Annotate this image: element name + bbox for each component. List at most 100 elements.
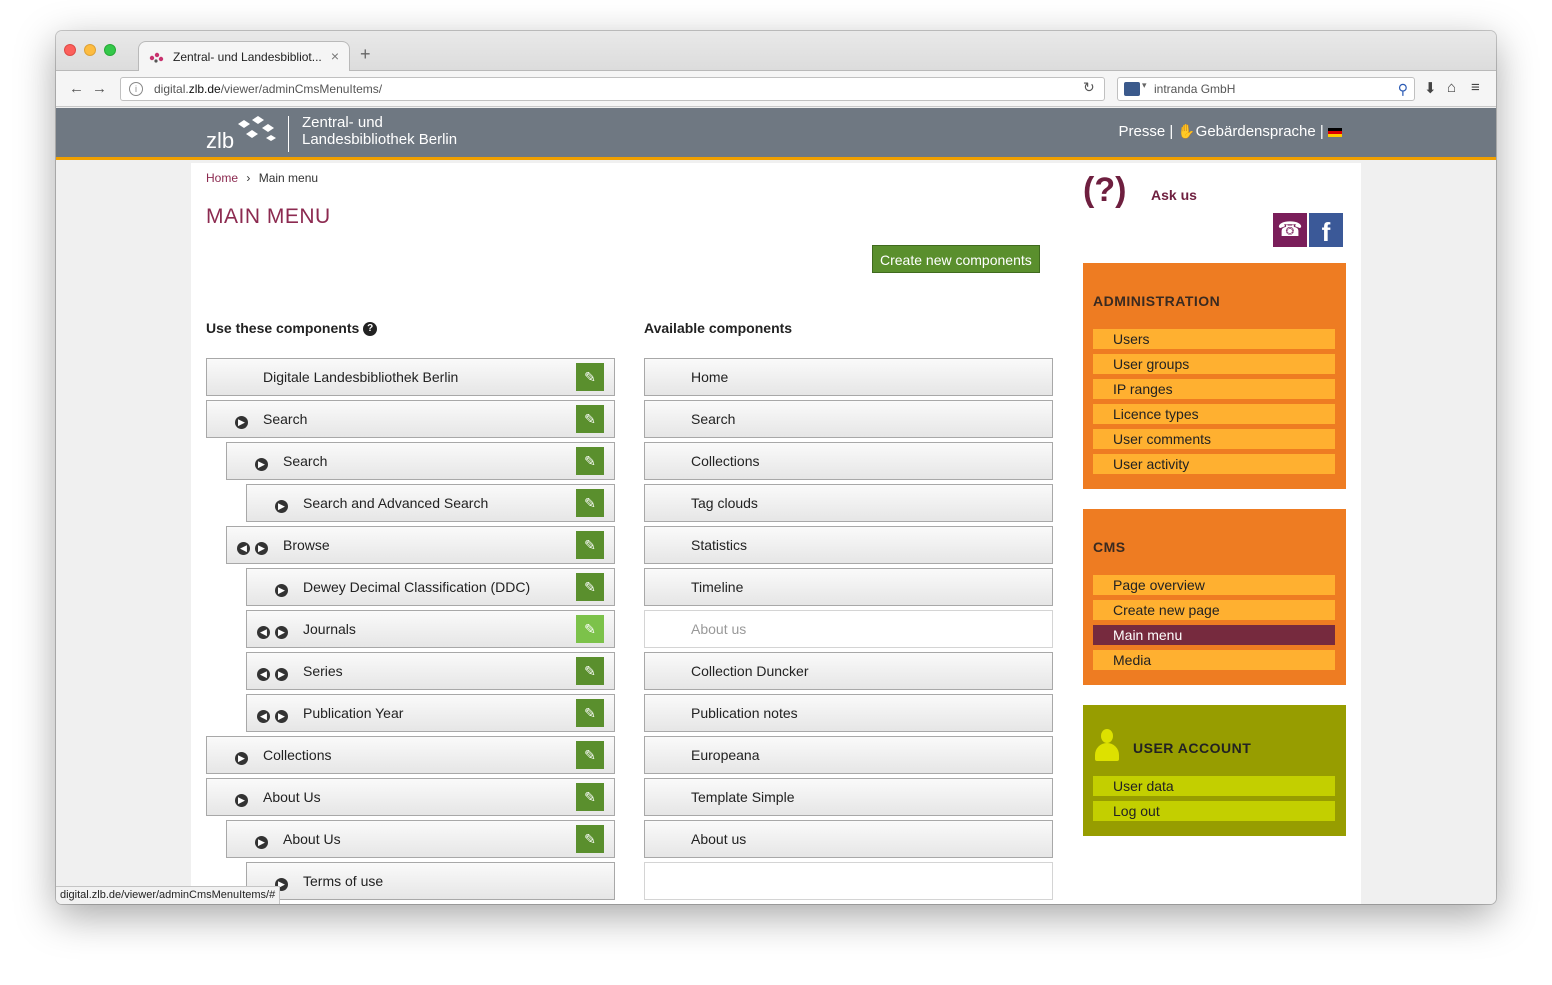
tab-close-icon[interactable]: × xyxy=(331,48,339,64)
zoom-window-button[interactable] xyxy=(104,44,116,56)
available-component-collections[interactable]: Collections xyxy=(644,442,1053,480)
search-engine-icon[interactable] xyxy=(1124,82,1140,96)
available-component-publication-notes[interactable]: Publication notes xyxy=(644,694,1053,732)
presse-link[interactable]: Presse xyxy=(1119,123,1166,140)
edit-pencil-icon[interactable]: ✎ xyxy=(576,531,604,559)
used-component-terms-of-use[interactable]: ▶ Terms of use xyxy=(246,862,615,900)
edit-pencil-icon[interactable]: ✎ xyxy=(576,783,604,811)
edit-pencil-icon[interactable]: ✎ xyxy=(576,405,604,433)
phone-icon[interactable]: ☎ xyxy=(1273,213,1307,247)
ask-us[interactable]: (?) Ask us xyxy=(1083,171,1343,211)
close-window-button[interactable] xyxy=(64,44,76,56)
move-right-icon[interactable]: ▶ xyxy=(275,500,288,513)
sidebar-link-user-groups[interactable]: User groups xyxy=(1093,354,1335,374)
move-left-icon[interactable]: ◀ xyxy=(237,542,250,555)
back-icon[interactable]: ← xyxy=(69,80,84,97)
forward-icon[interactable]: → xyxy=(92,80,107,97)
available-component-template-simple[interactable]: Template Simple xyxy=(644,778,1053,816)
chevron-down-icon[interactable]: ▾ xyxy=(1142,80,1147,91)
new-tab-button[interactable]: + xyxy=(360,45,371,63)
used-component-collections[interactable]: ▶ Collections ✎ xyxy=(206,736,615,774)
used-component-search-and-advanced-search[interactable]: ▶ Search and Advanced Search ✎ xyxy=(246,484,615,522)
move-right-icon[interactable]: ▶ xyxy=(275,710,288,723)
available-component-empty xyxy=(644,862,1053,900)
available-component-home[interactable]: Home xyxy=(644,358,1053,396)
available-component-about-us[interactable]: About us xyxy=(644,820,1053,858)
sidebar-link-log-out[interactable]: Log out xyxy=(1093,801,1335,821)
edit-pencil-icon[interactable]: ✎ xyxy=(576,741,604,769)
used-component-about-us[interactable]: ▶ About Us ✎ xyxy=(226,820,615,858)
site-info-icon[interactable]: i xyxy=(129,82,143,96)
move-right-icon[interactable]: ▶ xyxy=(275,668,288,681)
sidebar-link-main-menu[interactable]: Main menu xyxy=(1093,625,1335,645)
edit-pencil-icon[interactable]: ✎ xyxy=(576,825,604,853)
used-component-series[interactable]: ◀ ▶ Series ✎ xyxy=(246,652,615,690)
available-component-timeline[interactable]: Timeline xyxy=(644,568,1053,606)
create-new-components-button[interactable]: Create new components xyxy=(872,245,1040,273)
minimize-window-button[interactable] xyxy=(84,44,96,56)
available-component-europeana[interactable]: Europeana xyxy=(644,736,1053,774)
component-label: Publication Year xyxy=(303,705,404,721)
move-right-icon[interactable]: ▶ xyxy=(235,794,248,807)
used-component-digitale-landesbibliothek-berlin[interactable]: Digitale Landesbibliothek Berlin ✎ xyxy=(206,358,615,396)
edit-pencil-icon[interactable]: ✎ xyxy=(576,657,604,685)
sidebar-link-licence-types[interactable]: Licence types xyxy=(1093,404,1335,424)
used-component-about-us[interactable]: ▶ About Us ✎ xyxy=(206,778,615,816)
component-label: Search and Advanced Search xyxy=(303,495,489,511)
edit-pencil-icon[interactable]: ✎ xyxy=(576,573,604,601)
sidebar-link-page-overview[interactable]: Page overview xyxy=(1093,575,1335,595)
used-component-search[interactable]: ▶ Search ✎ xyxy=(226,442,615,480)
sidebar-link-user-comments[interactable]: User comments xyxy=(1093,429,1335,449)
move-right-icon[interactable]: ▶ xyxy=(255,542,268,555)
available-component-tag-clouds[interactable]: Tag clouds xyxy=(644,484,1053,522)
search-bar[interactable]: ▾ intranda GmbH ⚲ xyxy=(1117,77,1415,101)
facebook-icon[interactable]: f xyxy=(1309,213,1343,247)
available-component-collection-duncker[interactable]: Collection Duncker xyxy=(644,652,1053,690)
available-component-statistics[interactable]: Statistics xyxy=(644,526,1053,564)
sidebar-link-media[interactable]: Media xyxy=(1093,650,1335,670)
sidebar-link-users[interactable]: Users xyxy=(1093,329,1335,349)
used-component-dewey-decimal-classification-ddc[interactable]: ▶ Dewey Decimal Classification (DDC) ✎ xyxy=(246,568,615,606)
user-icon xyxy=(1095,729,1119,763)
sidebar-link-user-data[interactable]: User data xyxy=(1093,776,1335,796)
browser-tab[interactable]: Zentral- und Landesbibliot... × xyxy=(138,41,350,72)
url-bar[interactable]: i digital.zlb.de/viewer/adminCmsMenuItem… xyxy=(120,77,1105,101)
home-icon[interactable]: ⌂ xyxy=(1447,79,1456,96)
sidebar-link-ip-ranges[interactable]: IP ranges xyxy=(1093,379,1335,399)
move-right-icon[interactable]: ▶ xyxy=(275,626,288,639)
help-icon[interactable]: ? xyxy=(363,322,378,337)
site-name[interactable]: Zentral- und Landesbibliothek Berlin xyxy=(302,114,457,148)
move-right-icon[interactable]: ▶ xyxy=(235,752,248,765)
edit-pencil-icon[interactable]: ✎ xyxy=(576,699,604,727)
move-left-icon[interactable]: ◀ xyxy=(257,626,270,639)
sidebar-link-create-new-page[interactable]: Create new page xyxy=(1093,600,1335,620)
logo-text[interactable]: zlb xyxy=(206,128,234,154)
gebaerdensprache-link[interactable]: Gebärdensprache xyxy=(1196,123,1316,140)
search-icon[interactable]: ⚲ xyxy=(1398,81,1408,98)
reload-icon[interactable]: ↻ xyxy=(1083,79,1095,96)
used-component-browse[interactable]: ◀ ▶ Browse ✎ xyxy=(226,526,615,564)
download-icon[interactable]: ⬇ xyxy=(1424,79,1437,97)
sidebar-link-user-activity[interactable]: User activity xyxy=(1093,454,1335,474)
move-right-icon[interactable]: ▶ xyxy=(235,416,248,429)
edit-pencil-icon[interactable]: ✎ xyxy=(576,489,604,517)
zlb-logo-icon[interactable] xyxy=(232,114,280,144)
edit-pencil-icon[interactable]: ✎ xyxy=(576,363,604,391)
move-right-icon[interactable]: ▶ xyxy=(275,584,288,597)
move-left-icon[interactable]: ◀ xyxy=(257,668,270,681)
hamburger-menu-icon[interactable]: ≡ xyxy=(1471,79,1480,96)
move-right-icon[interactable]: ▶ xyxy=(255,836,268,849)
breadcrumb-home[interactable]: Home xyxy=(206,171,238,185)
edit-pencil-icon[interactable]: ✎ xyxy=(576,447,604,475)
component-label: About us xyxy=(691,831,747,847)
used-component-journals[interactable]: ◀ ▶ Journals ✎ xyxy=(246,610,615,648)
available-component-search[interactable]: Search xyxy=(644,400,1053,438)
available-component-about-us: About us xyxy=(644,610,1053,648)
edit-pencil-icon[interactable]: ✎ xyxy=(576,615,604,643)
used-component-publication-year[interactable]: ◀ ▶ Publication Year ✎ xyxy=(246,694,615,732)
move-right-icon[interactable]: ▶ xyxy=(255,458,268,471)
status-bar: digital.zlb.de/viewer/adminCmsMenuItems/… xyxy=(56,886,281,904)
german-flag-icon[interactable] xyxy=(1328,127,1342,137)
used-component-search[interactable]: ▶ Search ✎ xyxy=(206,400,615,438)
move-left-icon[interactable]: ◀ xyxy=(257,710,270,723)
